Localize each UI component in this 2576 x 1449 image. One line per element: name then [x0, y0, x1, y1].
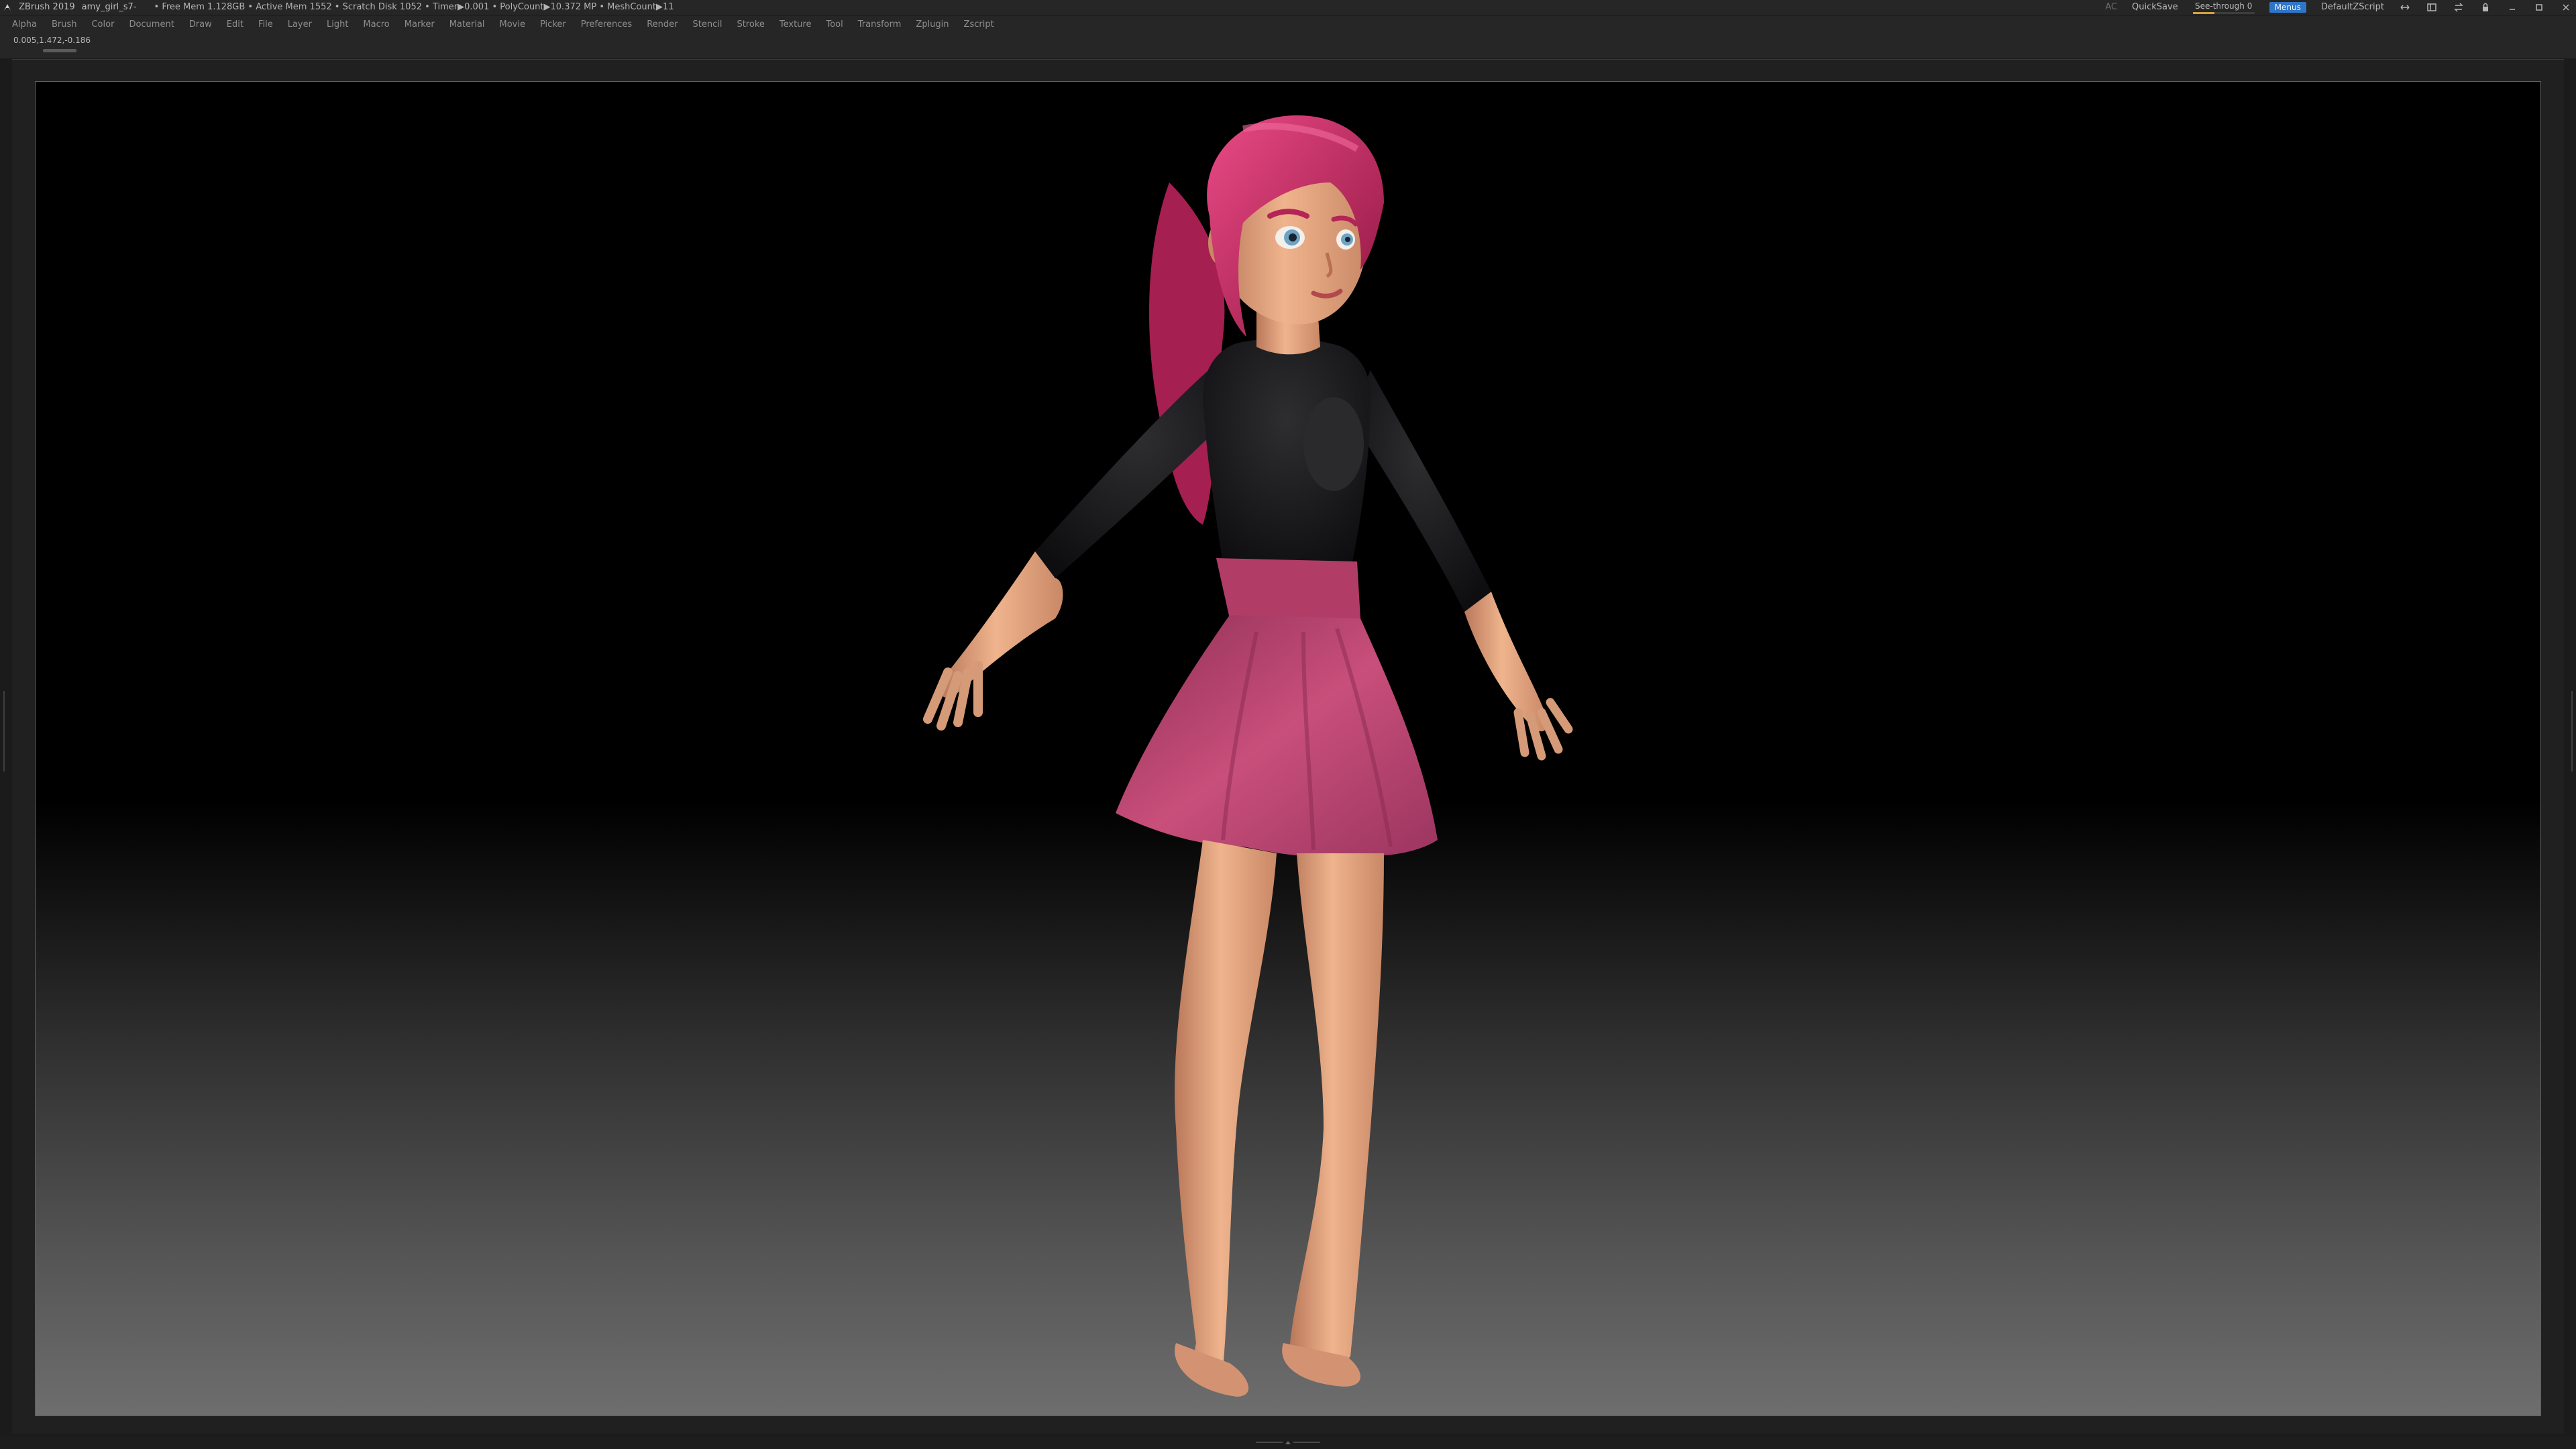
legs: [1175, 840, 1384, 1397]
menu-brush[interactable]: Brush: [52, 19, 77, 30]
shelf-scrollbar[interactable]: [43, 49, 76, 52]
zbrush-logo-icon: [3, 3, 12, 12]
menu-zscript[interactable]: Zscript: [964, 19, 994, 30]
menu-edit[interactable]: Edit: [227, 19, 244, 30]
menu-render[interactable]: Render: [647, 19, 678, 30]
menu-alpha[interactable]: Alpha: [12, 19, 37, 30]
ui-layout-icon[interactable]: [2426, 1, 2438, 13]
restore-icon[interactable]: [2533, 1, 2545, 13]
menu-tool[interactable]: Tool: [826, 19, 843, 30]
menu-layer[interactable]: Layer: [288, 19, 312, 30]
menu-marker[interactable]: Marker: [405, 19, 435, 30]
menu-stencil[interactable]: Stencil: [692, 19, 722, 30]
close-icon[interactable]: [2560, 1, 2572, 13]
quicksave-button[interactable]: QuickSave: [2132, 0, 2178, 15]
menus-toggle-button[interactable]: Menus: [2269, 2, 2306, 13]
see-through-label: See-through 0: [2195, 1, 2253, 11]
menu-transform[interactable]: Transform: [858, 19, 902, 30]
menu-document[interactable]: Document: [129, 19, 174, 30]
menu-stroke[interactable]: Stroke: [737, 19, 764, 30]
menu-material[interactable]: Material: [449, 19, 485, 30]
layout-arrows-icon[interactable]: [2399, 1, 2411, 13]
title-bar: ZBrush 2019 amy_girl_s7- • Free Mem 1.12…: [0, 0, 2576, 15]
menu-preferences[interactable]: Preferences: [581, 19, 632, 30]
left-tray-handle[interactable]: [1, 691, 7, 771]
minimize-icon[interactable]: [2506, 1, 2518, 13]
menu-picker[interactable]: Picker: [540, 19, 566, 30]
ui-swap-icon[interactable]: [2453, 1, 2465, 13]
ac-button[interactable]: AC: [2105, 0, 2117, 15]
info-strip: 0.005,1.472,-0.186: [0, 33, 2576, 58]
right-tray-handle[interactable]: [2569, 691, 2575, 771]
see-through-slider[interactable]: See-through 0: [2192, 1, 2255, 14]
menu-file[interactable]: File: [258, 19, 273, 30]
document-name: amy_girl_s7-: [81, 2, 137, 12]
expand-arrow-icon: [1285, 1440, 1291, 1444]
menu-movie[interactable]: Movie: [500, 19, 525, 30]
menu-light[interactable]: Light: [327, 19, 348, 30]
menu-color[interactable]: Color: [91, 19, 114, 30]
main-menu-bar: Alpha Brush Color Document Draw Edit File Layer…: [0, 15, 2576, 33]
menu-zplugin[interactable]: Zplugin: [916, 19, 949, 30]
character-model[interactable]: [36, 82, 2541, 1416]
memory-stats: • Free Mem 1.128GB • Active Mem 1552 • S…: [154, 2, 674, 12]
menu-draw[interactable]: Draw: [189, 19, 212, 30]
cursor-coordinates: 0.005,1.472,-0.186: [13, 36, 91, 45]
menu-macro[interactable]: Macro: [363, 19, 389, 30]
bottom-shelf: [0, 1436, 2576, 1449]
bottom-tray-handle[interactable]: [1245, 1440, 1331, 1445]
see-through-fill: [2192, 11, 2214, 14]
menu-texture[interactable]: Texture: [780, 19, 812, 30]
app-name: ZBrush 2019: [19, 2, 75, 12]
lock-icon[interactable]: [2479, 1, 2491, 13]
document-viewport[interactable]: [35, 81, 2541, 1416]
skirt: [1116, 558, 1438, 857]
default-zscript-button[interactable]: DefaultZScript: [2321, 0, 2384, 15]
shirt: [1203, 338, 1371, 572]
